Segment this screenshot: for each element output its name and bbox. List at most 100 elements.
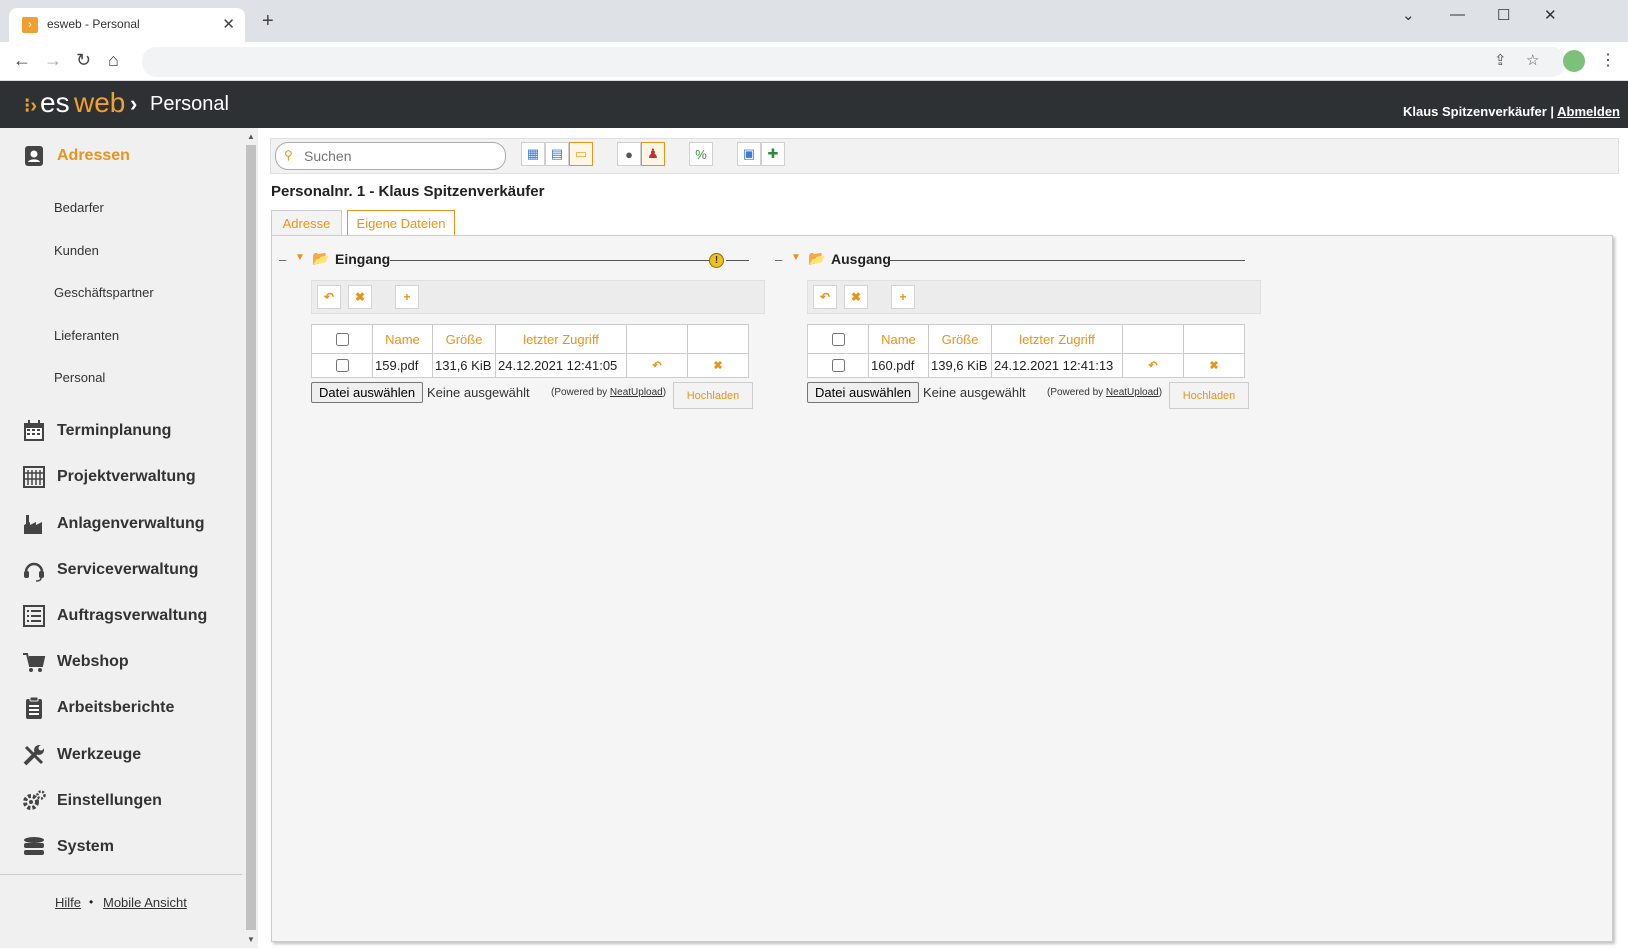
warning-icon[interactable]: ! [709,253,724,268]
sidebar-item-anlagenverwaltung[interactable]: Anlagenverwaltung [22,512,205,536]
powered-suffix: ) [1158,387,1163,398]
close-window-button[interactable]: ✕ [1544,6,1557,24]
percent-tool-button[interactable]: % [689,142,713,166]
sidebar-subitem-lieferanten[interactable]: Lieferanten [54,328,119,343]
sidebar-subitem-bedarfer[interactable]: Bedarfer [54,200,104,215]
no-file-label: Keine ausgewählt [923,385,1026,400]
browser-tab[interactable]: › esweb - Personal ✕ [9,8,245,42]
col-accessed[interactable]: letzter Zugriff [991,324,1123,354]
excel-export-button[interactable]: ✚ [761,142,785,166]
tab-search-icon[interactable]: ⌄ [1402,6,1415,24]
tab-close-icon[interactable]: ✕ [222,15,235,33]
file-accessed: 24.12.2021 12:41:05 [495,353,627,378]
file-name[interactable]: 159.pdf [372,353,433,378]
add-icon[interactable]: + [395,285,419,309]
logout-link[interactable]: Abmelden [1557,104,1620,119]
row-undo-icon[interactable]: ↶ [626,353,688,378]
row-checkbox[interactable] [832,359,845,372]
folder-view-button[interactable]: ▭ [569,142,593,166]
folder-in-icon: 📂 [312,250,330,266]
undo-icon[interactable]: ↶ [813,285,837,309]
collapse-toggle[interactable]: – [279,252,286,267]
address-bar[interactable] [142,47,1566,77]
row-delete-icon[interactable]: ✖ [1183,353,1245,378]
browser-menu-icon[interactable]: ⋮ [1600,50,1616,70]
col-size[interactable]: Größe [928,324,992,354]
tab-adresse[interactable]: Adresse [271,210,342,236]
select-all-checkbox[interactable] [336,332,349,346]
sidebar-subitem-kunden[interactable]: Kunden [54,243,99,258]
neatupload-link[interactable]: NeatUpload [610,387,663,398]
col-action-2 [687,324,749,354]
search-box[interactable]: ⚲ [275,142,506,170]
add-icon[interactable]: + [891,285,915,309]
sidebar-item-webshop[interactable]: Webshop [22,650,129,674]
search-input[interactable] [302,146,501,166]
powered-prefix: (Powered by [1047,387,1106,398]
tools-icon [23,745,44,766]
sidebar-item-einstellungen[interactable]: Einstellungen [22,789,162,813]
delete-icon[interactable]: ✖ [348,285,372,309]
sidebar-subitem-geschaeftspartner[interactable]: Geschäftspartner [54,285,154,300]
report-button[interactable]: ▣ [737,142,761,166]
list-view-button[interactable]: ▦ [521,142,545,166]
choose-file-button[interactable]: Datei auswählen [311,382,424,403]
powered-suffix: ) [662,387,667,398]
mobile-view-link[interactable]: Mobile Ansicht [103,895,187,910]
sidebar-subitem-personal[interactable]: Personal [54,370,105,385]
sidebar-item-label: Terminplanung [57,422,172,439]
choose-file-button[interactable]: Datei auswählen [807,382,920,403]
sidebar-item-label: System [57,838,114,855]
select-all-checkbox[interactable] [832,332,845,346]
calendar-icon [24,420,44,441]
sidebar-item-terminplanung[interactable]: Terminplanung [22,419,171,443]
sidebar-item-arbeitsberichte[interactable]: Arbeitsberichte [22,696,174,720]
reload-button[interactable]: ↻ [76,48,91,72]
scrollbar-thumb[interactable] [246,145,256,930]
col-name[interactable]: Name [372,324,433,354]
sidebar-item-adressen[interactable]: Adressen [22,144,130,168]
tab-eigene-dateien[interactable]: Eigene Dateien [347,210,455,237]
logo-web: web [74,87,126,118]
new-tab-button[interactable]: + [262,10,274,33]
sidebar: Adressen Bedarfer Kunden Geschäftspartne… [0,128,246,948]
select-all-cell [311,324,373,354]
sidebar-item-auftragsverwaltung[interactable]: Auftragsverwaltung [22,604,207,628]
forward-button[interactable]: → [44,48,62,72]
file-name[interactable]: 160.pdf [868,353,929,378]
delete-icon[interactable]: ✖ [844,285,868,309]
chevron-down-icon[interactable]: ▼ [295,252,305,263]
sidebar-item-werkzeuge[interactable]: Werkzeuge [22,743,141,767]
minimize-button[interactable]: — [1450,6,1465,23]
file-action-bar: ↶ ✖ + [311,280,765,314]
user-group-button[interactable]: ♟ [641,142,665,166]
contact-button[interactable]: ● [617,142,641,166]
share-icon[interactable]: ⇪ [1494,51,1507,69]
profile-avatar[interactable] [1563,50,1585,72]
sidebar-item-system[interactable]: System [22,835,114,859]
undo-icon[interactable]: ↶ [317,285,341,309]
upload-button[interactable]: Hochladen [673,382,753,409]
collapse-toggle[interactable]: – [775,252,782,267]
row-undo-icon[interactable]: ↶ [1122,353,1184,378]
row-delete-icon[interactable]: ✖ [687,353,749,378]
upload-button[interactable]: Hochladen [1169,382,1249,409]
chevron-down-icon[interactable]: ▼ [791,252,801,263]
home-button[interactable]: ⌂ [108,48,119,72]
scroll-up-arrow[interactable]: ▲ [247,132,255,141]
maximize-button[interactable]: ☐ [1497,6,1510,24]
files-panel: – ▼ 📂 Eingang ! ↶ ✖ + Name Größe letzter… [271,235,1613,942]
sidebar-item-serviceverwaltung[interactable]: Serviceverwaltung [22,558,198,582]
col-accessed[interactable]: letzter Zugriff [495,324,627,354]
detail-view-button[interactable]: ▤ [545,142,569,166]
section-title: Ausgang [831,251,891,267]
neatupload-link[interactable]: NeatUpload [1106,387,1159,398]
help-link[interactable]: Hilfe [55,895,81,910]
scroll-down-arrow[interactable]: ▼ [247,935,255,944]
row-checkbox[interactable] [336,359,349,372]
col-size[interactable]: Größe [432,324,496,354]
sidebar-item-projektverwaltung[interactable]: Projektverwaltung [22,465,196,489]
back-button[interactable]: ← [13,48,31,72]
bookmark-star-icon[interactable]: ☆ [1526,51,1539,69]
col-name[interactable]: Name [868,324,929,354]
